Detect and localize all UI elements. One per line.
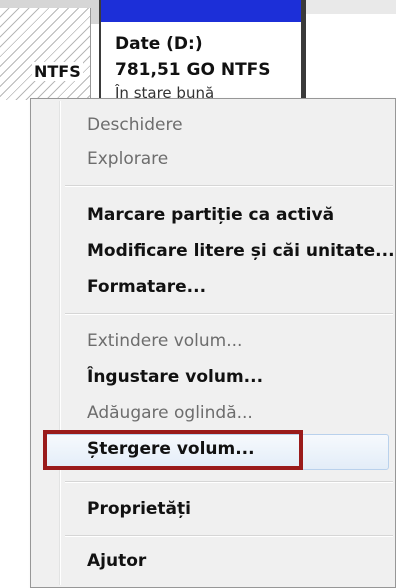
- menu-item-extend-volume[interactable]: Extindere volum...: [87, 331, 242, 351]
- menu-gutter: [59, 101, 61, 585]
- menu-item-help[interactable]: Ajutor: [87, 551, 146, 571]
- menu-item-change-drive-letter[interactable]: Modificare litere și căi unitate...: [87, 241, 395, 261]
- disk-map: NTFS Date (D:) 781,51 GO NTFS În stare b…: [0, 0, 396, 102]
- menu-item-mark-active[interactable]: Marcare partiție ca activă: [87, 205, 334, 225]
- menu-separator: [65, 481, 393, 483]
- menu-item-explore[interactable]: Explorare: [87, 149, 168, 169]
- partition-divider: [303, 0, 306, 100]
- scroll-track: [306, 0, 396, 14]
- unallocated-region[interactable]: [0, 8, 91, 100]
- menu-item-open[interactable]: Deschidere: [87, 115, 183, 135]
- menu-separator: [65, 185, 393, 187]
- menu-item-format[interactable]: Formatare...: [87, 277, 206, 297]
- menu-item-shrink-volume[interactable]: Îngustare volum...: [87, 367, 263, 387]
- menu-separator: [65, 313, 393, 315]
- annotation-highlight-box: [43, 430, 303, 470]
- context-menu: Deschidere Explorare Marcare partiție ca…: [30, 98, 396, 588]
- menu-item-properties[interactable]: Proprietăți: [87, 499, 191, 519]
- left-partition-fs: NTFS: [32, 62, 83, 81]
- partition-size: 781,51 GO NTFS: [115, 60, 271, 80]
- partition-title: Date (D:): [115, 34, 203, 54]
- menu-separator: [65, 535, 393, 537]
- partition-d[interactable]: Date (D:) 781,51 GO NTFS În stare bună: [99, 0, 303, 102]
- menu-item-add-mirror[interactable]: Adăugare oglindă...: [87, 403, 253, 423]
- partition-cap: [101, 0, 301, 22]
